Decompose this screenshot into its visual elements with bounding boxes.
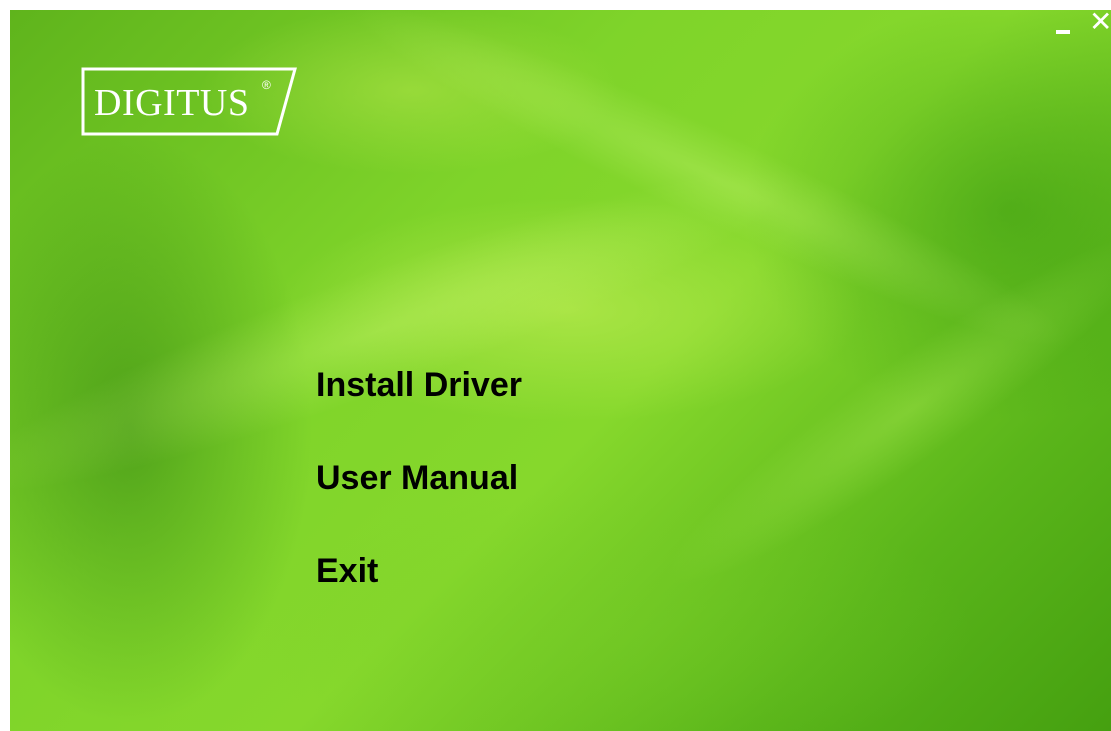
installer-window: DIGITUS ® ✕ Install Driver User Manual E… bbox=[10, 10, 1111, 731]
logo-text: DIGITUS bbox=[94, 82, 250, 124]
background-streak bbox=[328, 10, 1092, 385]
background-streak bbox=[635, 196, 1111, 624]
window-controls: ✕ bbox=[1053, 10, 1111, 36]
exit-link[interactable]: Exit bbox=[316, 551, 522, 591]
minimize-button[interactable] bbox=[1053, 14, 1075, 36]
user-manual-link[interactable]: User Manual bbox=[316, 458, 522, 498]
install-driver-link[interactable]: Install Driver bbox=[316, 365, 522, 405]
close-button[interactable]: ✕ bbox=[1089, 10, 1111, 36]
close-icon: ✕ bbox=[1089, 10, 1111, 38]
registered-mark: ® bbox=[262, 78, 271, 92]
minimize-icon bbox=[1056, 30, 1070, 34]
main-menu: Install Driver User Manual Exit bbox=[316, 365, 522, 644]
digitus-logo: DIGITUS ® bbox=[80, 66, 300, 138]
